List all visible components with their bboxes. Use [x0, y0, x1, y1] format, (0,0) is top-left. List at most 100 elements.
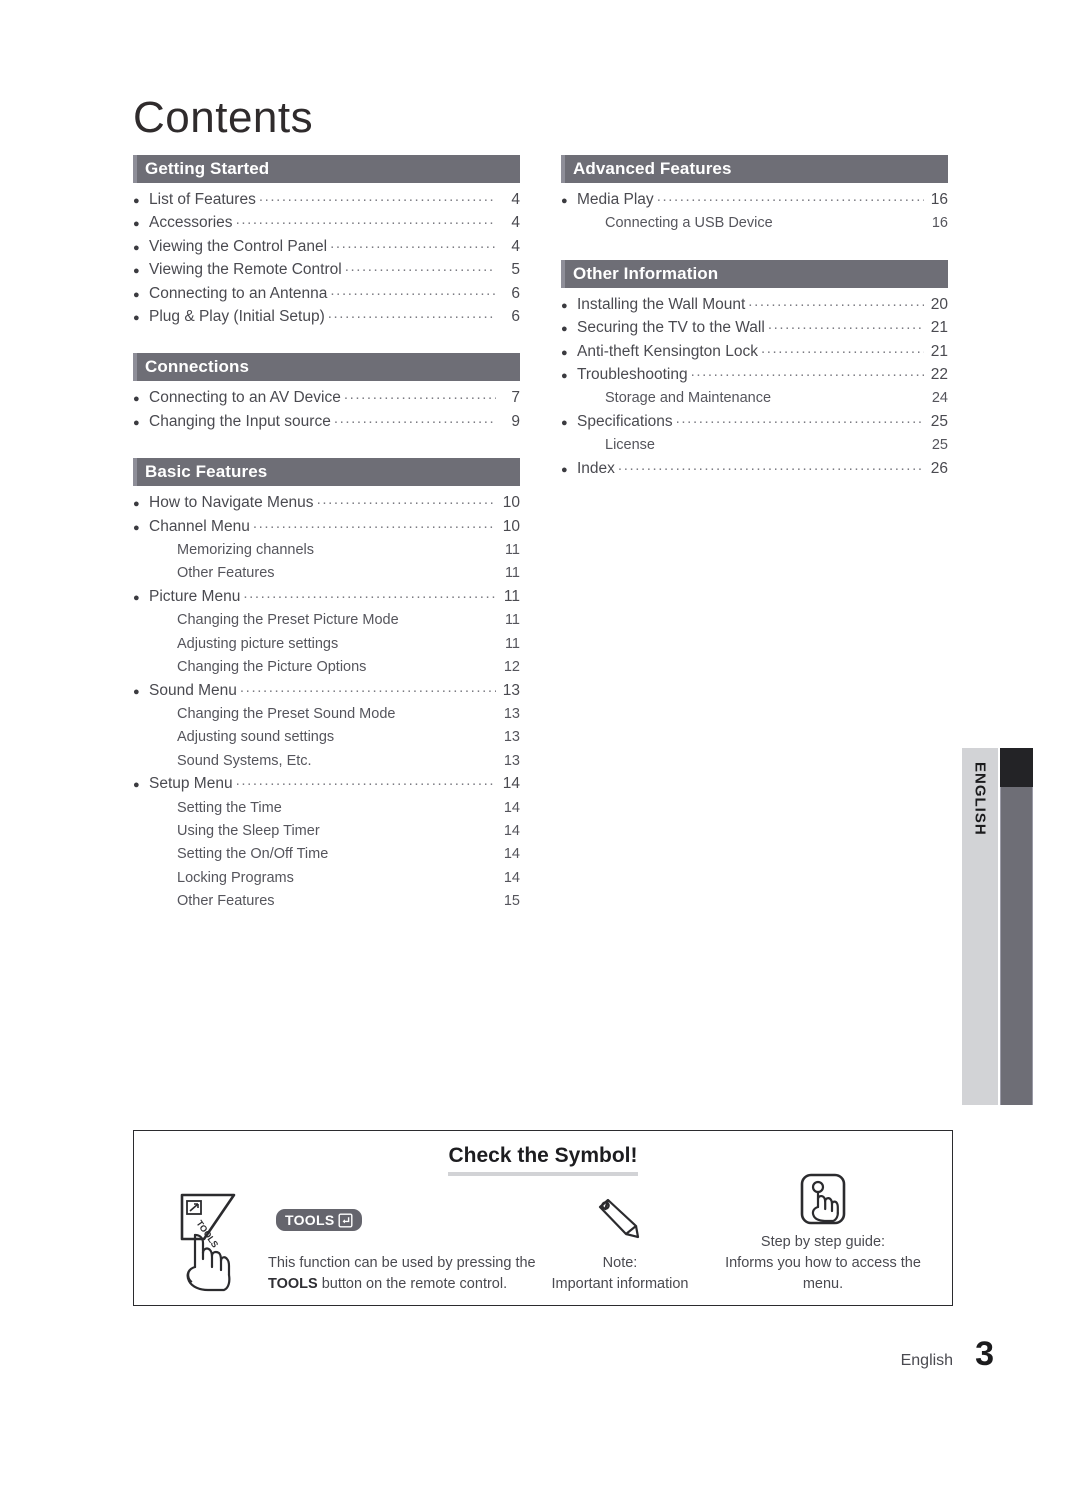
footer-page-number: 3: [975, 1335, 994, 1373]
toc-entry-title: Using the Sleep Timer: [177, 822, 320, 839]
symbol-cell-guide: Step by step guide: Informs you how to a…: [704, 1166, 952, 1301]
dot-leader: [761, 338, 924, 360]
dot-leader: [236, 770, 496, 792]
dot-leader: [657, 186, 924, 208]
side-tab-label-wrap: ENGLISH: [962, 748, 998, 1105]
toc-entry-title: Setting the Time: [177, 799, 282, 816]
bullet-icon: ●: [561, 195, 568, 207]
tools-badge-label: TOOLS: [285, 1212, 335, 1228]
toc-entry-title: Changing the Input source: [149, 412, 331, 430]
toc-entry-title: Viewing the Remote Control: [149, 261, 342, 279]
dot-leader: [330, 233, 496, 255]
toc-entry-title: Adjusting sound settings: [177, 729, 335, 746]
guide-caption: Step by step guide: Informs you how to a…: [704, 1232, 942, 1295]
toc-entry-title: Connecting a USB Device: [605, 215, 773, 232]
toc-entry-title: Memorizing channels: [177, 542, 315, 559]
symbol-tools-content: TOOLS This function can be used by press…: [250, 1187, 536, 1295]
toc-subentry[interactable]: ●Connecting a USB Device16: [561, 212, 948, 235]
toc-entry-title: Setup Menu: [149, 775, 233, 793]
toc-entry-title: Setting the On/Off Time: [177, 846, 329, 863]
bullet-icon: ●: [133, 498, 140, 511]
toc-entry-title: Index: [577, 459, 615, 477]
bullet-icon: ●: [133, 195, 140, 207]
toc-section-header: Connections: [133, 353, 520, 382]
toc-entry[interactable]: ● Plug & Play (Initial Setup) 6: [133, 306, 520, 329]
note-icon-row: [536, 1187, 704, 1253]
toc-entry-title: Storage and Maintenance: [605, 390, 772, 407]
bullet-icon: ●: [133, 241, 140, 254]
bullet-icon: ●: [133, 218, 140, 231]
toc-subentry[interactable]: ●Using the Sleep Timer14: [133, 820, 520, 843]
bullet-icon: ●: [133, 288, 140, 301]
toc-subentry[interactable]: ●Setting the Time14: [133, 797, 520, 820]
toc-subentry[interactable]: ●Other Features15: [133, 890, 520, 913]
toc-entry-page-number: 26: [930, 459, 948, 477]
tools-badge-row: TOOLS: [250, 1187, 536, 1253]
toc-entry-page-number: 4: [511, 237, 520, 255]
toc-subentry[interactable]: ●Adjusting sound settings13: [133, 726, 520, 749]
dot-leader: [330, 280, 496, 302]
toc-entry-page-number: 5: [511, 261, 520, 279]
dot-leader: [328, 303, 496, 325]
tools-caption-bold: TOOLS: [268, 1276, 318, 1292]
toc-subentry[interactable]: ●Changing the Preset Sound Mode13: [133, 703, 520, 726]
toc-section-header: Other Information: [561, 259, 948, 288]
side-tab-section-marker: [1000, 748, 1033, 787]
dot-leader: [618, 455, 924, 477]
toc-subentry[interactable]: ●Setting the On/Off Time14: [133, 843, 520, 866]
bullet-icon: ●: [561, 370, 568, 383]
pointing-hand-icon: [800, 1173, 846, 1225]
toc-entry[interactable]: ● Setup Menu 14: [133, 773, 520, 796]
symbol-cell-tools: TOOLS TOOLS This function can be used by…: [134, 1183, 536, 1301]
toc-subentry[interactable]: ●Changing the Preset Picture Mode11: [133, 609, 520, 632]
toc-entry[interactable]: ● Index 26: [561, 458, 948, 481]
toc-entry[interactable]: ● Sound Menu 13: [133, 680, 520, 703]
toc-entry-page-number: 4: [511, 191, 520, 208]
page-footer: English 3: [901, 1335, 994, 1374]
dot-leader: [676, 408, 924, 430]
toc-list: ● List of Features 4 ● Accessories 4 ● Viewing …: [133, 189, 520, 329]
toc-entry-page-number: 13: [503, 752, 520, 769]
bullet-icon: ●: [133, 521, 140, 534]
toc-entry[interactable]: ● Picture Menu 11: [133, 586, 520, 609]
toc-entry-page-number: 13: [502, 681, 520, 699]
toc-column-right: Advanced Features ● Media Play 16 ● Connectin…: [561, 155, 948, 481]
toc-entry-page-number: 11: [504, 635, 520, 652]
toc-entry-title: Installing the Wall Mount: [577, 295, 746, 313]
toc-column-left: Getting Started ● List of Features 4 ● Access…: [133, 155, 520, 914]
tools-caption-suffix: button on the remote control.: [321, 1276, 508, 1292]
toc-subentry[interactable]: ●Memorizing channels11: [133, 539, 520, 562]
toc-entry[interactable]: ● Changing the Input source 9: [133, 411, 520, 434]
check-the-symbol-box: Check the Symbol! TOOLS TOOLS This funct…: [133, 1130, 953, 1306]
dot-leader: [317, 489, 496, 511]
toc-entry[interactable]: ● Troubleshooting 22: [561, 364, 948, 387]
toc-entry-page-number: 9: [511, 412, 520, 430]
toc-entry-page-number: 13: [503, 729, 520, 746]
guide-icon-row: [704, 1166, 942, 1232]
toc-section: Basic Features ● How to Navigate Menus 10 ● C…: [133, 458, 520, 913]
bullet-icon: ●: [133, 265, 140, 278]
toc-list: ● Connecting to an AV Device 7 ● Changing th…: [133, 387, 520, 434]
dot-leader: [334, 408, 496, 430]
toc-entry-title: Media Play: [577, 191, 654, 208]
toc-subentry[interactable]: ●Adjusting picture settings11: [133, 633, 520, 656]
toc-subentry[interactable]: ●Locking Programs14: [133, 867, 520, 890]
toc-entry-page-number: 16: [930, 191, 948, 208]
toc-entry[interactable]: ● Channel Menu 10: [133, 516, 520, 539]
toc-section: Other Information ● Installing the Wall Mo…: [561, 259, 948, 481]
toc-entry-page-number: 4: [511, 214, 520, 232]
note-caption-line1: Note:: [602, 1255, 638, 1271]
bullet-icon: ●: [561, 323, 568, 336]
toc-entry-title: Locking Programs: [177, 869, 294, 886]
toc-section-header-label: Connections: [145, 357, 250, 377]
toc-entry-title: Picture Menu: [149, 587, 241, 605]
toc-entry-title: Sound Systems, Etc.: [177, 752, 312, 769]
toc-entry[interactable]: ● Media Play 16: [561, 189, 948, 212]
toc-list: ●How to Navigate Menus10●Channel Menu10●…: [133, 492, 520, 913]
toc-entry-page-number: 14: [503, 799, 520, 816]
toc-section-header-label: Other Information: [573, 263, 719, 283]
dot-leader: [243, 583, 496, 605]
toc-entry[interactable]: ● Specifications 25: [561, 411, 948, 434]
dot-leader: [253, 513, 496, 535]
toc-entry-title: List of Features: [149, 191, 256, 208]
